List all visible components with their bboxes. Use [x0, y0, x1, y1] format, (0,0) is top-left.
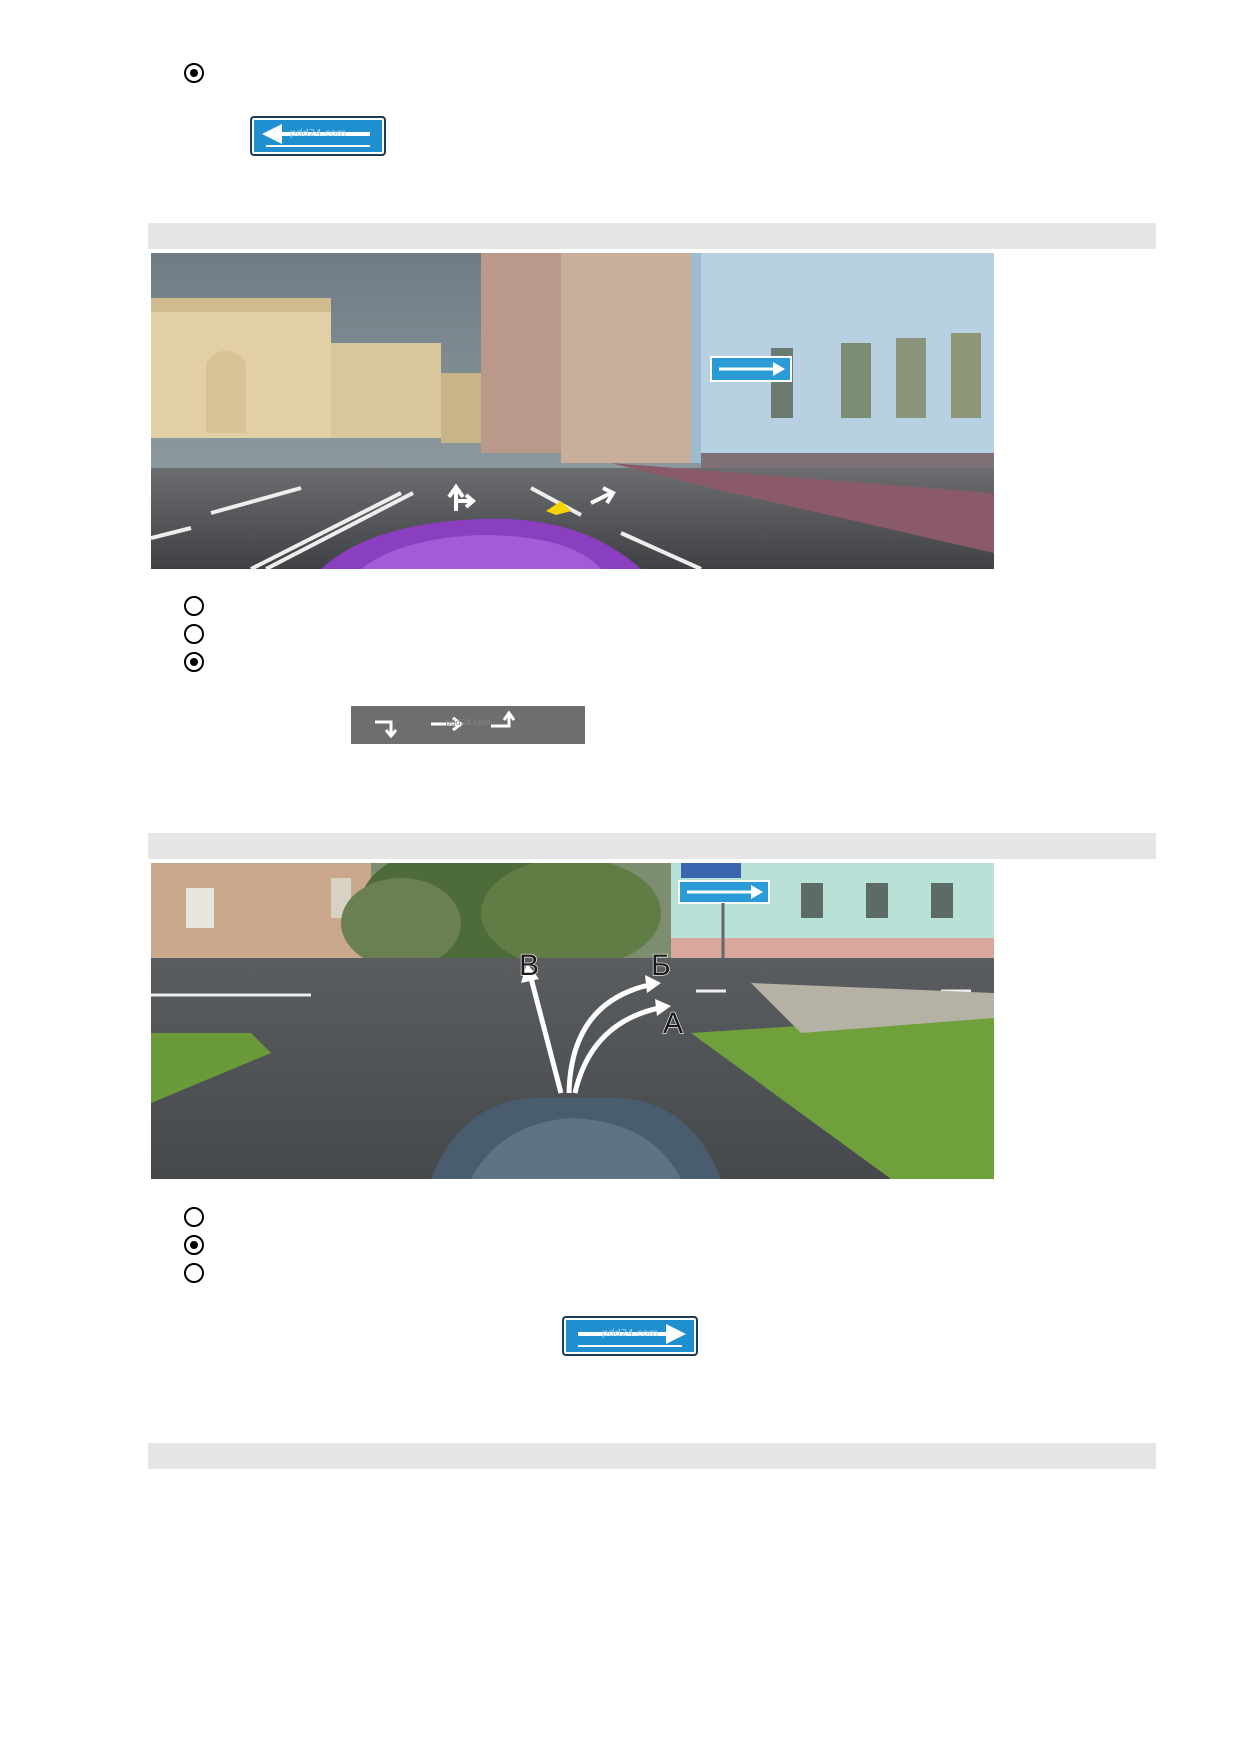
- direction-sign-right: pdd24.com: [562, 1316, 698, 1356]
- direction-sign-left: pdd24.com: [250, 116, 386, 156]
- answer-radio-1[interactable]: [184, 596, 204, 616]
- question-header-bar: [148, 223, 1156, 249]
- question-photo-street: [151, 253, 994, 569]
- route-label-v: В: [519, 949, 539, 982]
- answer-radio-2-selected[interactable]: [184, 1235, 204, 1255]
- question-header-bar: [148, 1443, 1156, 1469]
- answer-radio-3[interactable]: [184, 1263, 204, 1283]
- question-header-bar: [148, 833, 1156, 859]
- sign-watermark: pdd24.com: [445, 718, 491, 727]
- intersection-photo-icon: В Б А: [151, 863, 994, 1179]
- question-photo-intersection: В Б А: [151, 863, 994, 1179]
- answer-radio-1[interactable]: [184, 1207, 204, 1227]
- route-label-b: Б: [651, 949, 671, 982]
- answer-radio-2[interactable]: [184, 624, 204, 644]
- lane-direction-sign: pdd24.com: [351, 706, 585, 744]
- answer-radio-selected[interactable]: [184, 63, 204, 83]
- route-label-a: А: [663, 1007, 683, 1040]
- answer-radio-3-selected[interactable]: [184, 652, 204, 672]
- sign-watermark: pdd24.com: [289, 128, 347, 139]
- sign-watermark: pdd24.com: [601, 1328, 659, 1339]
- city-street-photo-icon: [151, 253, 994, 569]
